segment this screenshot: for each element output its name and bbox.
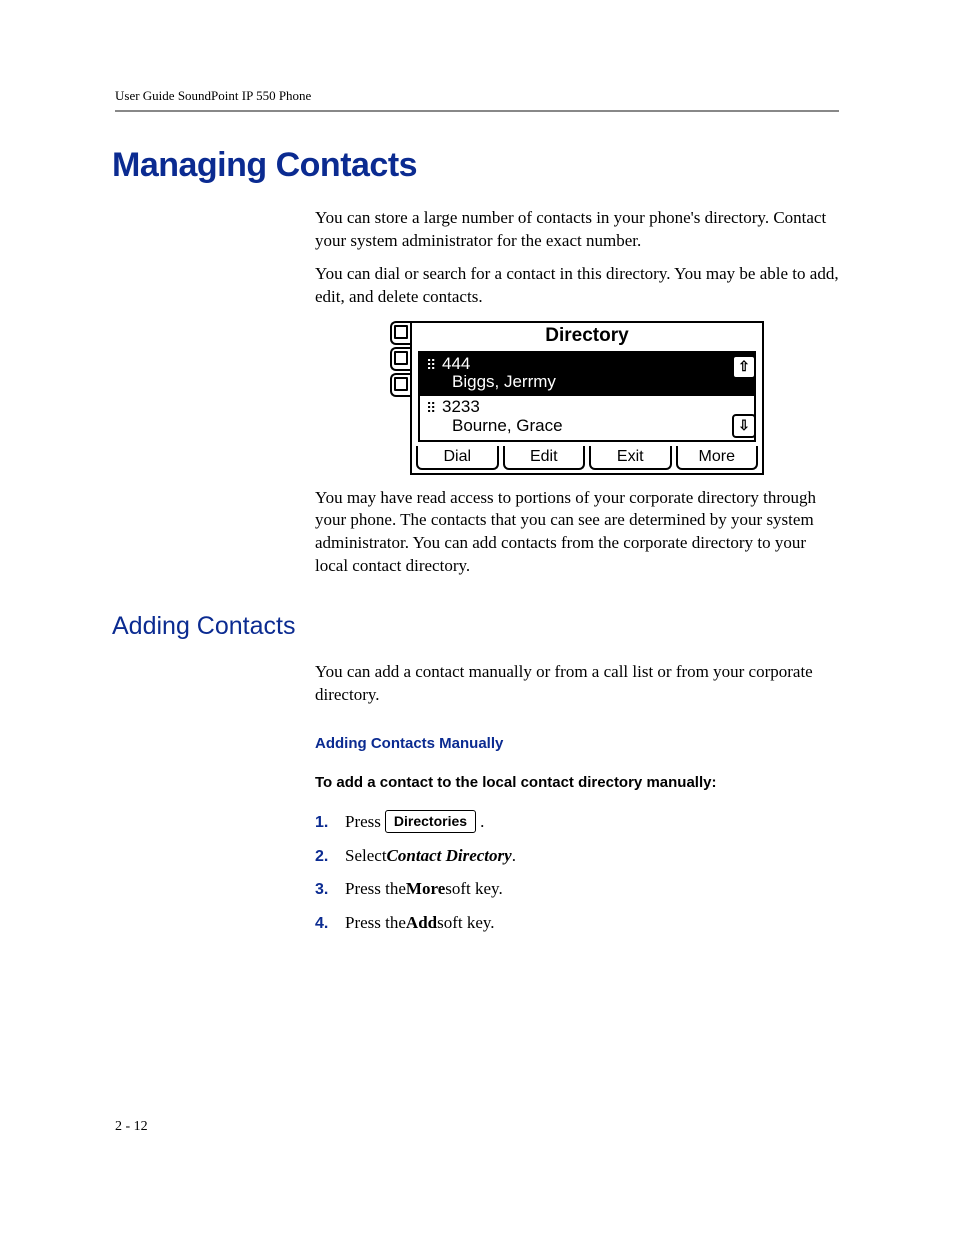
step-bold: More bbox=[406, 876, 445, 902]
step-text: soft key. bbox=[437, 910, 494, 936]
step-text: soft key. bbox=[445, 876, 502, 902]
step-text: Press the bbox=[345, 876, 406, 902]
contact-number: 3233 bbox=[442, 398, 748, 417]
step-item: Press the More soft key. bbox=[315, 876, 839, 902]
running-header: User Guide SoundPoint IP 550 Phone bbox=[115, 88, 839, 110]
step-text: Select bbox=[345, 843, 387, 869]
softkey-dial: Dial bbox=[416, 446, 499, 470]
contact-row: ⠿ 3233 Bourne, Grace bbox=[420, 396, 754, 439]
step-bold: Add bbox=[406, 910, 437, 936]
line-tab-icon bbox=[390, 321, 410, 345]
scroll-up-icon: ⇧ bbox=[732, 355, 756, 379]
body-paragraph: You can add a contact manually or from a… bbox=[315, 661, 839, 707]
header-rule bbox=[115, 110, 839, 112]
keypad-icon: ⠿ bbox=[426, 398, 442, 418]
body-paragraph: You may have read access to portions of … bbox=[315, 487, 839, 579]
instruction-lead: To add a contact to the local contact di… bbox=[315, 774, 839, 791]
scroll-down-icon: ⇩ bbox=[732, 414, 756, 438]
contact-name: Biggs, Jerrmy bbox=[442, 373, 748, 392]
softkey-exit: Exit bbox=[589, 446, 672, 470]
step-item: Press Directories . bbox=[315, 809, 839, 835]
body-paragraph: You can store a large number of contacts… bbox=[315, 207, 839, 253]
adding-contacts-heading: Adding Contacts bbox=[112, 612, 839, 641]
keypad-icon: ⠿ bbox=[426, 355, 442, 375]
contact-row-selected: ⠿ 444 Biggs, Jerrmy bbox=[420, 353, 754, 396]
managing-contacts-heading: Managing Contacts bbox=[112, 146, 839, 185]
step-text: Press bbox=[345, 809, 381, 835]
line-tab-icon bbox=[390, 347, 410, 371]
phone-contact-list: ⇧ ⠿ 444 Biggs, Jerrmy ⠿ 3233 bbox=[418, 351, 756, 442]
step-text: Press the bbox=[345, 910, 406, 936]
softkey-edit: Edit bbox=[503, 446, 586, 470]
contact-number: 444 bbox=[442, 355, 748, 374]
step-item: Select Contact Directory . bbox=[315, 843, 839, 869]
steps-list: Press Directories . Select Contact Direc… bbox=[315, 809, 839, 935]
line-tab-icon bbox=[390, 373, 410, 397]
step-emphasis: Contact Directory bbox=[387, 843, 512, 869]
contact-name: Bourne, Grace bbox=[442, 417, 748, 436]
step-text: . bbox=[480, 809, 484, 835]
phone-screen-title: Directory bbox=[412, 323, 762, 351]
step-text: . bbox=[512, 843, 516, 869]
softkey-more: More bbox=[676, 446, 759, 470]
body-paragraph: You can dial or search for a contact in … bbox=[315, 263, 839, 309]
directories-key-icon: Directories bbox=[385, 810, 476, 833]
page-number: 2 - 12 bbox=[115, 1119, 148, 1135]
phone-line-tabs bbox=[390, 321, 410, 475]
adding-manually-heading: Adding Contacts Manually bbox=[315, 735, 839, 752]
phone-screenshot: Directory ⇧ ⠿ 444 Biggs, Jerrmy ⠿ bbox=[390, 321, 764, 475]
step-item: Press the Add soft key. bbox=[315, 910, 839, 936]
